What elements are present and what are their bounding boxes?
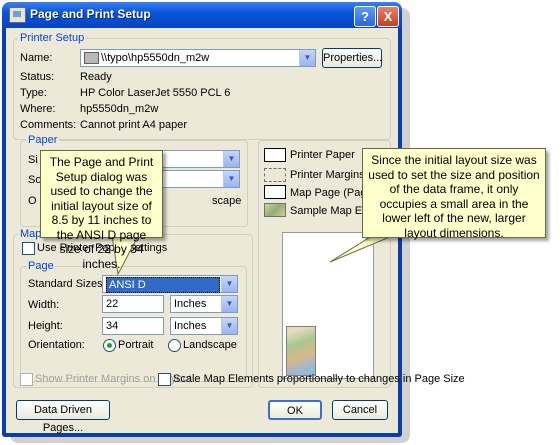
app-icon [9, 7, 26, 23]
landscape-radio[interactable] [168, 339, 181, 352]
help-button[interactable]: ? [354, 6, 376, 27]
properties-button[interactable]: Properties... [322, 48, 382, 68]
printer-margins-swatch [264, 168, 286, 182]
paper-orientation-label: O [28, 195, 37, 207]
status-label: Status: [20, 71, 55, 83]
name-label: Name: [20, 52, 53, 64]
show-margins-checkbox[interactable] [20, 373, 33, 386]
paper-landscape-label: scape [212, 195, 242, 207]
printer-paper-swatch [264, 148, 286, 162]
printer-name-select[interactable]: \\typo\hp5550dn_m2w ▼ [80, 49, 316, 67]
comments-label: Comments: [20, 119, 77, 131]
status-value: Ready [80, 71, 112, 83]
right-callout: Since the initial layout size was used t… [362, 148, 546, 240]
page-legend: Page [26, 260, 56, 272]
printer-setup-legend: Printer Setup [18, 32, 87, 44]
chevron-down-icon[interactable]: ▼ [221, 318, 237, 334]
type-label: Type: [20, 87, 47, 99]
cancel-button[interactable]: Cancel [332, 400, 388, 420]
height-units-value: Inches [174, 320, 207, 332]
chevron-down-icon[interactable]: ▼ [221, 296, 237, 312]
printer-name-value: \\typo\hp5550dn_m2w [101, 52, 210, 64]
comments-value: Cannot print A4 paper [80, 119, 188, 131]
height-input[interactable]: 34 [102, 317, 164, 335]
printer-margins-legend: Printer Margins [290, 169, 365, 181]
portrait-radio[interactable] [103, 339, 116, 352]
title-bar[interactable]: Page and Print Setup ? X [2, 2, 402, 28]
width-label: Width: [28, 299, 60, 311]
where-value: hp5550dn_m2w [80, 103, 159, 115]
standard-sizes-value: ANSI D [106, 277, 220, 293]
data-driven-pages-button[interactable]: Data Driven Pages... [16, 400, 110, 434]
chevron-down-icon[interactable]: ▼ [223, 171, 239, 187]
width-units-select[interactable]: Inches ▼ [170, 295, 238, 313]
scale-elements-checkbox[interactable] [158, 373, 171, 386]
standard-sizes-label: Standard Sizes: [28, 278, 106, 290]
left-callout: The Page and Print Setup dialog was used… [40, 150, 163, 271]
paper-size-label: Si [28, 154, 38, 166]
chevron-down-icon[interactable]: ▼ [221, 276, 237, 292]
width-input[interactable]: 22 [102, 295, 164, 313]
dialog-title: Page and Print Setup [30, 7, 151, 21]
scale-elements-label: Scale Map Elements proportionally to cha… [173, 373, 465, 385]
height-units-select[interactable]: Inches ▼ [170, 317, 238, 335]
sample-map-swatch [264, 203, 286, 217]
landscape-label: Landscape [183, 339, 237, 351]
paper-legend: Paper [26, 134, 60, 146]
where-label: Where: [20, 103, 56, 115]
use-printer-settings-checkbox[interactable] [22, 242, 35, 255]
portrait-label: Portrait [118, 339, 154, 351]
height-label: Height: [28, 320, 63, 332]
printer-paper-legend: Printer Paper [290, 149, 355, 161]
orientation-label: Orientation: [28, 339, 85, 351]
standard-sizes-select[interactable]: ANSI D ▼ [102, 275, 238, 293]
chevron-down-icon[interactable]: ▼ [299, 50, 315, 66]
type-value: HP Color LaserJet 5550 PCL 6 [80, 87, 231, 99]
sample-map-thumbnail [286, 326, 316, 376]
close-button[interactable]: X [377, 6, 399, 27]
map-page-swatch [264, 185, 286, 199]
ok-button[interactable]: OK [268, 400, 322, 420]
chevron-down-icon[interactable]: ▼ [223, 151, 239, 167]
printer-icon [84, 52, 99, 64]
width-units-value: Inches [174, 298, 207, 310]
